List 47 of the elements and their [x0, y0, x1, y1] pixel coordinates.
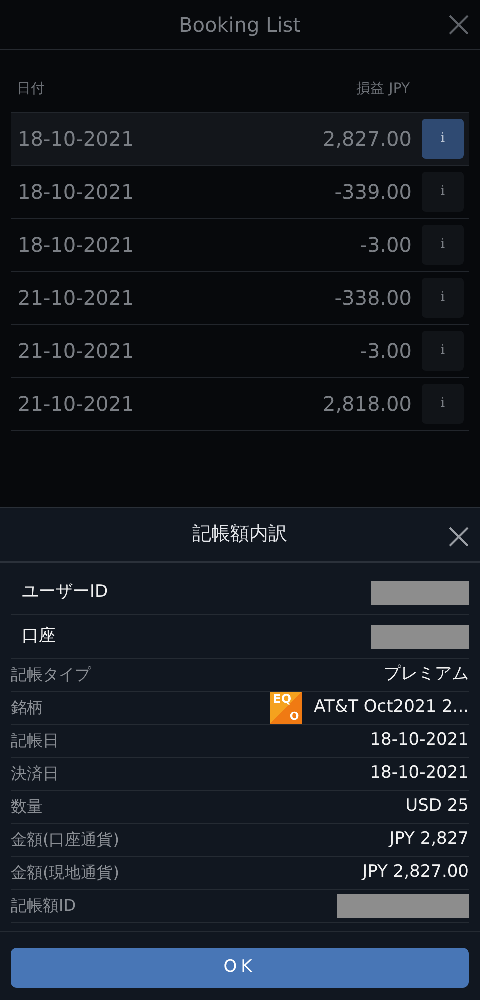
- column-header: 損益 JPY: [356, 80, 410, 98]
- field-label: 金額(口座通貨): [11, 829, 120, 851]
- amount-text: -3.00: [360, 338, 412, 365]
- amount-text: 2,827.00: [322, 126, 412, 153]
- date-text: 18-10-2021: [18, 126, 134, 153]
- amount-text: -3.00: [360, 232, 412, 259]
- amount-text: -338.00: [334, 285, 412, 312]
- field-label: 決済日: [11, 763, 59, 785]
- amount-text: -339.00: [334, 179, 412, 206]
- booking-row[interactable]: 18-10-2021 -3.00 i: [11, 219, 469, 272]
- field-label: ユーザーID: [22, 580, 108, 604]
- field-label: 数量: [11, 796, 43, 818]
- field-label: 口座: [22, 624, 56, 648]
- info-button[interactable]: i: [422, 278, 464, 318]
- date-text: 21-10-2021: [18, 391, 134, 418]
- booking-row[interactable]: 21-10-2021 -3.00 i: [11, 325, 469, 378]
- booking-row[interactable]: 21-10-2021 2,818.00 i: [11, 378, 469, 431]
- date-text: 21-10-2021: [18, 338, 134, 365]
- date-text: 18-10-2021: [18, 179, 134, 206]
- field-value: JPY 2,827: [390, 828, 469, 852]
- field-value: JPY 2,827.00: [362, 861, 469, 884]
- booking-row[interactable]: 21-10-2021 -338.00 i: [11, 272, 469, 325]
- field-label: 記帳日: [11, 730, 59, 752]
- info-button[interactable]: i: [422, 119, 464, 159]
- field-value: 18-10-2021: [370, 762, 469, 786]
- date-text: 21-10-2021: [18, 285, 134, 312]
- field-label: 記帳額ID: [11, 895, 76, 917]
- booking-row[interactable]: 18-10-2021 -339.00 i: [11, 166, 469, 219]
- info-button[interactable]: i: [422, 225, 464, 265]
- sheet-title: 記帳額内訳: [192, 522, 288, 548]
- field-label: 記帳タイプ: [11, 664, 91, 686]
- field-value: AT&T Oct2021 2...: [314, 696, 469, 720]
- field-label: 銘柄: [11, 697, 43, 719]
- booking-row[interactable]: 18-10-2021 2,827.00 i: [11, 113, 469, 166]
- date-text: 18-10-2021: [18, 232, 134, 259]
- info-button[interactable]: i: [422, 172, 464, 212]
- ok-button[interactable]: OK: [11, 948, 469, 988]
- field-label: 金額(現地通貨): [11, 862, 120, 884]
- field-value: USD 25: [406, 795, 469, 818]
- info-button[interactable]: i: [422, 384, 464, 424]
- info-button[interactable]: i: [422, 331, 464, 371]
- field-value: プレミアム: [384, 663, 469, 686]
- instrument-icon: EQ O: [270, 692, 302, 724]
- screen-title: Booking List: [178, 12, 302, 38]
- amount-text: 2,818.00: [322, 391, 412, 418]
- field-value: 18-10-2021: [370, 729, 469, 752]
- column-header: 日付: [17, 80, 45, 98]
